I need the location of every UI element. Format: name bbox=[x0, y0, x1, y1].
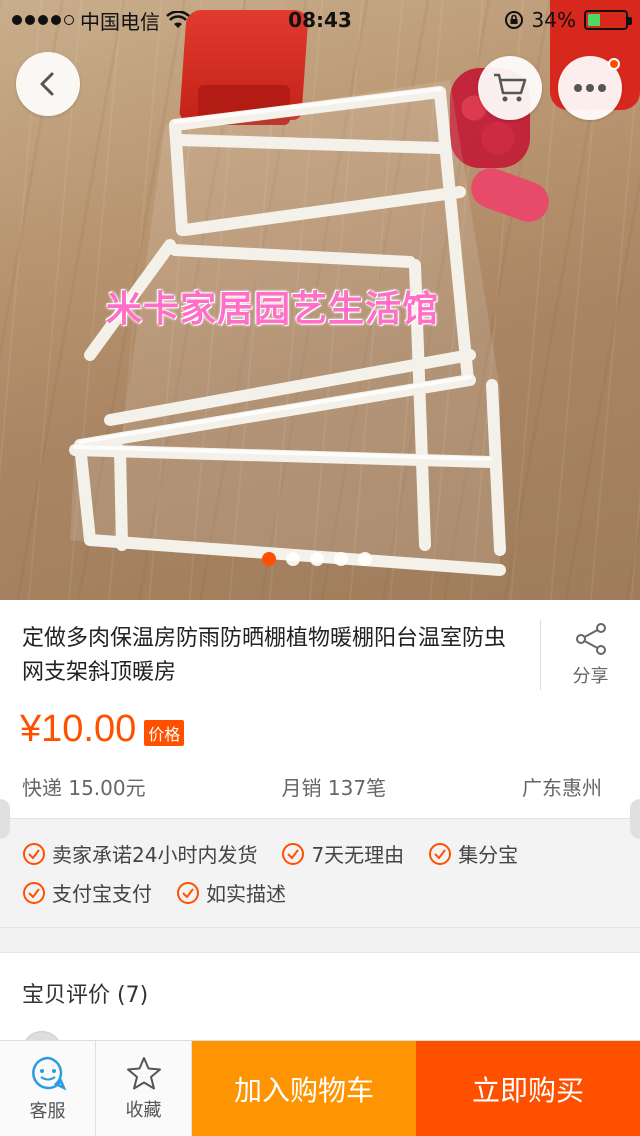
back-button[interactable] bbox=[16, 52, 80, 116]
rotation-lock-icon bbox=[504, 11, 523, 29]
cart-button[interactable] bbox=[478, 56, 542, 120]
shipping-fee: 快递 15.00元 bbox=[22, 776, 146, 800]
guarantee-label: 卖家承诺24小时内发货 bbox=[52, 843, 258, 867]
star-icon bbox=[126, 1057, 161, 1090]
favorite-button[interactable]: 收藏 bbox=[96, 1041, 192, 1136]
share-label: 分享 bbox=[572, 666, 609, 687]
back-icon bbox=[40, 72, 54, 96]
price-badge: 价格 bbox=[144, 719, 185, 746]
divider-notch-right bbox=[630, 799, 640, 839]
check-circle-icon bbox=[282, 842, 305, 865]
share-icon bbox=[575, 623, 606, 655]
pager-dot[interactable] bbox=[358, 552, 372, 566]
customer-service-label: 客服 bbox=[29, 1101, 66, 1122]
battery-icon bbox=[584, 10, 632, 30]
favorite-label: 收藏 bbox=[125, 1100, 162, 1121]
image-pager[interactable] bbox=[262, 552, 372, 566]
image-watermark: 米卡家居园艺生活馆 bbox=[106, 289, 440, 330]
battery-percent: 34% bbox=[531, 8, 576, 32]
buy-now-button[interactable]: 立即购买 bbox=[416, 1041, 640, 1136]
wifi-icon bbox=[166, 11, 190, 28]
service-guarantees[interactable]: 卖家承诺24小时内发货 7天无理由 集分宝 支付宝支付 如实描述 bbox=[0, 799, 640, 928]
guarantee-item: 卖家承诺24小时内发货 bbox=[22, 839, 257, 868]
guarantee-label: 如实描述 bbox=[206, 882, 286, 906]
check-circle-icon bbox=[429, 842, 452, 865]
ship-location: 广东惠州 bbox=[522, 776, 602, 800]
check-circle-icon bbox=[177, 881, 199, 904]
notification-dot bbox=[608, 58, 620, 70]
guarantee-label: 支付宝支付 bbox=[52, 882, 152, 906]
pager-dot[interactable] bbox=[286, 552, 300, 566]
add-to-cart-button[interactable]: 加入购物车 bbox=[192, 1041, 416, 1136]
signal-strength-icon bbox=[12, 15, 74, 25]
more-button[interactable] bbox=[558, 56, 622, 120]
guarantee-item: 支付宝支付 bbox=[22, 878, 152, 907]
cart-icon bbox=[494, 73, 527, 102]
customer-service-button[interactable]: 客服 bbox=[0, 1041, 96, 1136]
product-image[interactable]: 米卡家居园艺生活馆 bbox=[0, 0, 640, 600]
more-icon bbox=[574, 84, 606, 92]
divider-notch-left bbox=[0, 799, 10, 839]
status-bar: 中国电信 08:43 34% bbox=[0, 0, 640, 40]
carrier-name: 中国电信 bbox=[80, 9, 160, 34]
bottom-action-bar: 客服 收藏 加入购物车 立即购买 bbox=[0, 1040, 640, 1136]
pager-dot[interactable] bbox=[262, 552, 276, 566]
share-button[interactable]: 分享 bbox=[540, 620, 640, 690]
pager-dot[interactable] bbox=[310, 552, 324, 566]
guarantee-label: 7天无理由 bbox=[311, 843, 405, 867]
reviews-title: 宝贝评价 (7) bbox=[22, 983, 149, 1008]
guarantee-label: 集分宝 bbox=[458, 843, 519, 867]
check-circle-icon bbox=[23, 881, 45, 904]
pager-dot[interactable] bbox=[334, 552, 348, 566]
guarantee-item: 集分宝 bbox=[428, 839, 518, 868]
guarantee-item: 如实描述 bbox=[176, 878, 286, 907]
guarantee-item: 7天无理由 bbox=[281, 839, 404, 868]
product-info: 定做多肉保温房防雨防晒棚植物暖棚阳台温室防虫网支架斜顶暖房 分享 ¥10.00 … bbox=[0, 600, 640, 818]
check-circle-icon bbox=[23, 842, 45, 865]
customer-service-icon bbox=[31, 1056, 66, 1091]
monthly-sales: 月销 137笔 bbox=[281, 776, 387, 800]
product-price: ¥10.00 bbox=[20, 708, 137, 750]
product-title: 定做多肉保温房防雨防晒棚植物暖棚阳台温室防虫网支架斜顶暖房 bbox=[22, 626, 507, 685]
